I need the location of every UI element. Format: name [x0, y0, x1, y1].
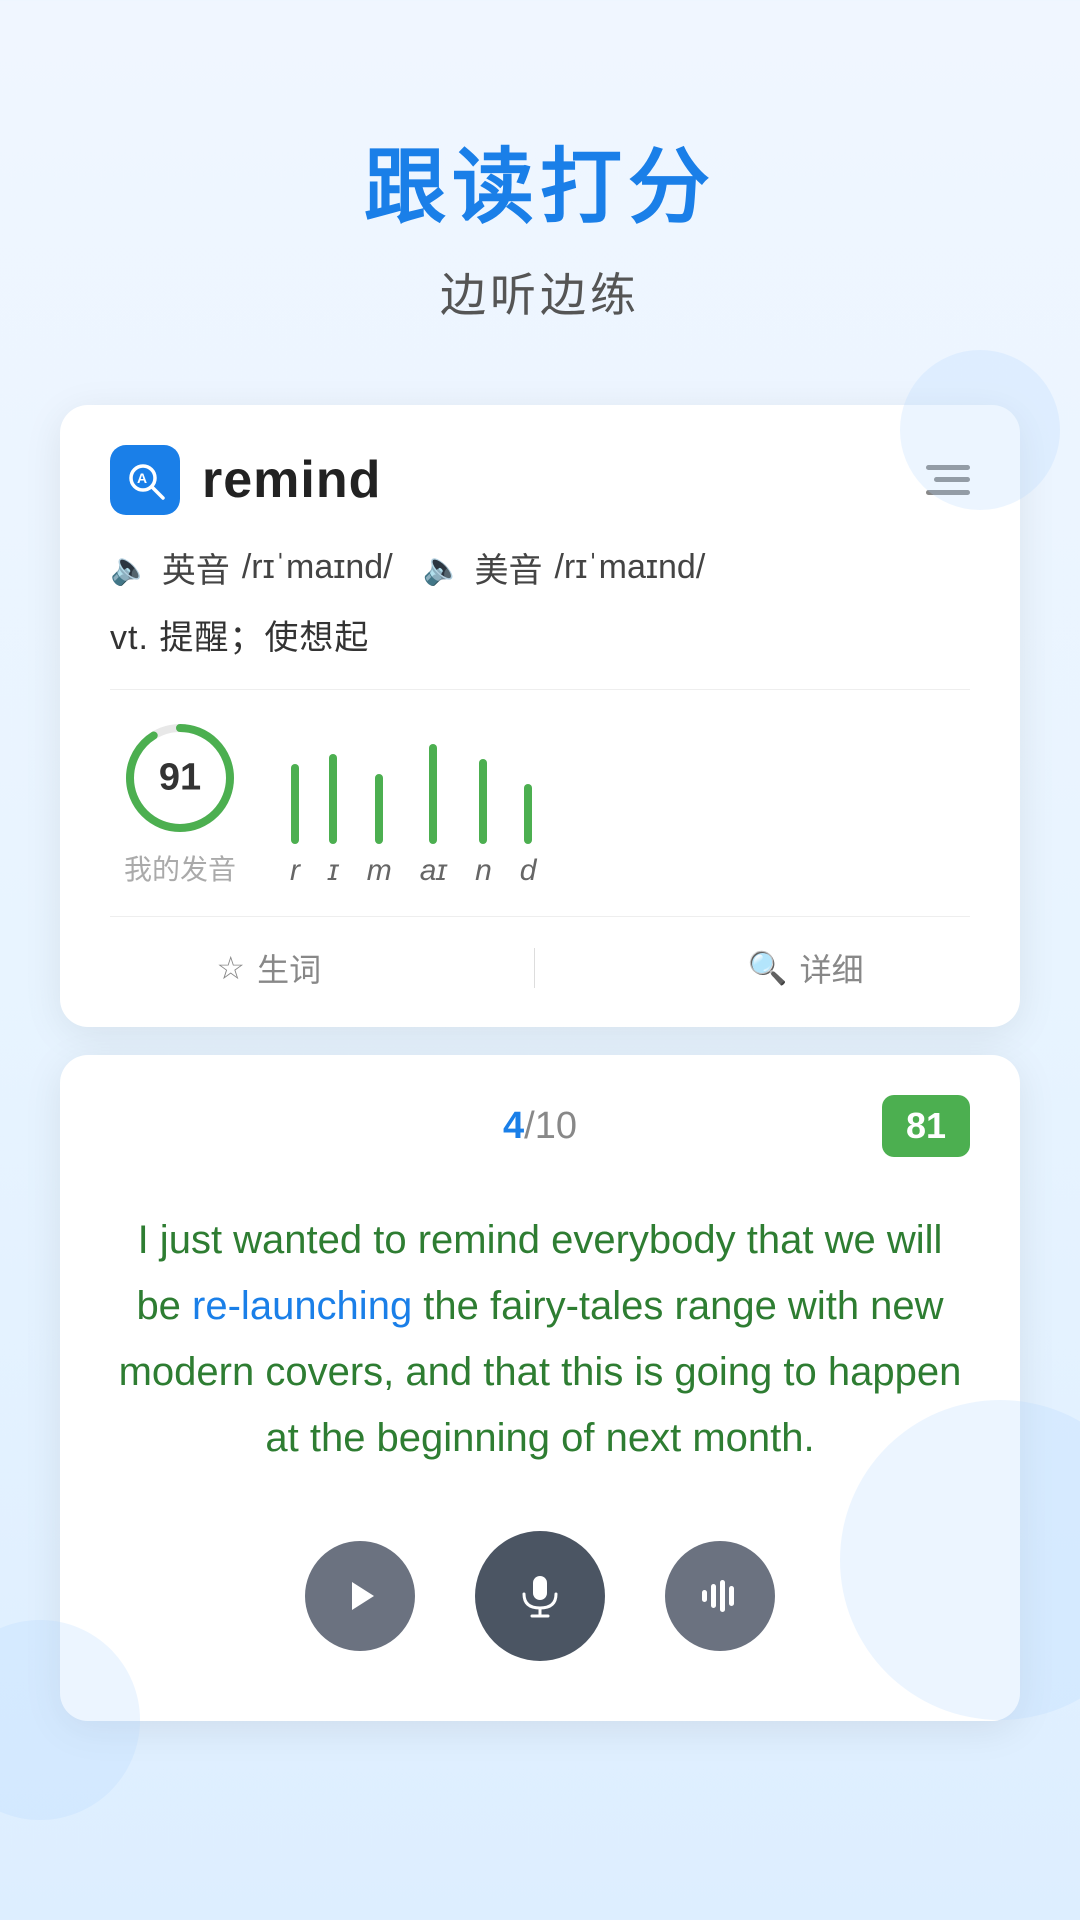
score-circle: 91	[120, 718, 240, 838]
detail-button[interactable]: 🔍 详细	[748, 945, 864, 991]
mic-button[interactable]	[475, 1531, 605, 1661]
phoneme-item: r	[290, 764, 300, 888]
score-circle-container: 91 我的发音	[110, 718, 250, 888]
score-label: 我的发音	[124, 848, 236, 888]
current-index: 4	[503, 1105, 524, 1147]
uk-label: 英音	[162, 543, 230, 592]
phoneme-item: aɪ	[420, 744, 447, 888]
page-title: 跟读打分	[364, 120, 716, 239]
phoneme-bar	[291, 764, 299, 844]
phoneme-bar	[479, 759, 487, 844]
phoneme-symbol: m	[367, 854, 392, 888]
pronunciation-section: 91 我的发音 rɪmaɪnd	[110, 718, 970, 888]
reading-controls	[110, 1531, 970, 1661]
phoneme-bar	[429, 744, 437, 844]
star-icon: ☆	[216, 949, 245, 987]
dict-actions-divider	[110, 916, 970, 917]
dict-phonetics: 🔈 英音 /rɪˈmaɪnd/ 🔈 美音 /rɪˈmaɪnd/	[110, 543, 970, 592]
dictionary-card: A remind 🔈 英音 /rɪˈmaɪnd/ 🔈 美音 /rɪˈmaɪnd/…	[60, 405, 1020, 1027]
play-button[interactable]	[305, 1541, 415, 1651]
uk-phonetic: /rɪˈmaɪnd/	[242, 548, 393, 587]
dict-logo: A	[110, 445, 180, 515]
play-icon	[338, 1574, 382, 1618]
reading-progress: 4/10	[397, 1105, 684, 1148]
phoneme-symbol: ɪ	[328, 854, 339, 888]
phoneme-symbol: aɪ	[420, 854, 447, 888]
phoneme-item: d	[520, 784, 537, 888]
progress-separator: /	[524, 1105, 535, 1147]
score-badge: 81	[882, 1095, 970, 1157]
reading-card: 4/10 81 I just wanted to remind everybod…	[60, 1055, 1020, 1721]
dict-word: remind	[202, 450, 381, 510]
total-count: 10	[535, 1105, 577, 1147]
phoneme-symbol: d	[520, 854, 537, 888]
dictionary-icon: A	[123, 458, 167, 502]
us-phonetic: /rɪˈmaɪnd/	[554, 548, 705, 587]
phoneme-bars: rɪmaɪnd	[290, 744, 970, 888]
reading-header: 4/10 81	[110, 1095, 970, 1157]
phoneme-item: ɪ	[328, 754, 339, 888]
phoneme-item: n	[475, 759, 492, 888]
wave-button[interactable]	[665, 1541, 775, 1651]
phoneme-item: m	[367, 774, 392, 888]
page-subtitle: 边听边练	[440, 259, 640, 325]
dict-divider	[110, 689, 970, 690]
wave-icon	[698, 1574, 742, 1618]
dict-header: A remind	[110, 445, 970, 515]
us-speaker-icon[interactable]: 🔈	[423, 549, 463, 587]
dict-actions: ☆ 生词 🔍 详细	[110, 945, 970, 991]
phoneme-bar	[329, 754, 337, 844]
dict-logo-word: A remind	[110, 445, 381, 515]
action-divider	[534, 948, 535, 988]
svg-text:A: A	[137, 470, 147, 486]
phoneme-bar	[375, 774, 383, 844]
phoneme-bar	[524, 784, 532, 844]
menu-icon[interactable]	[926, 461, 970, 499]
uk-phonetic-group: 🔈 英音 /rɪˈmaɪnd/	[110, 543, 393, 592]
vocab-button[interactable]: ☆ 生词	[216, 945, 321, 991]
phoneme-symbol: r	[290, 854, 300, 888]
score-number: 91	[159, 757, 201, 800]
us-label: 美音	[474, 543, 542, 592]
us-phonetic-group: 🔈 美音 /rɪˈmaɪnd/	[423, 543, 706, 592]
highlighted-word: re-launching	[192, 1284, 412, 1328]
mic-icon	[514, 1570, 566, 1622]
phoneme-symbol: n	[475, 854, 492, 888]
reading-text: I just wanted to remind everybody that w…	[110, 1207, 970, 1471]
search-icon: 🔍	[748, 949, 788, 987]
dict-definition: vt. 提醒；使想起	[110, 610, 970, 659]
uk-speaker-icon[interactable]: 🔈	[110, 549, 150, 587]
